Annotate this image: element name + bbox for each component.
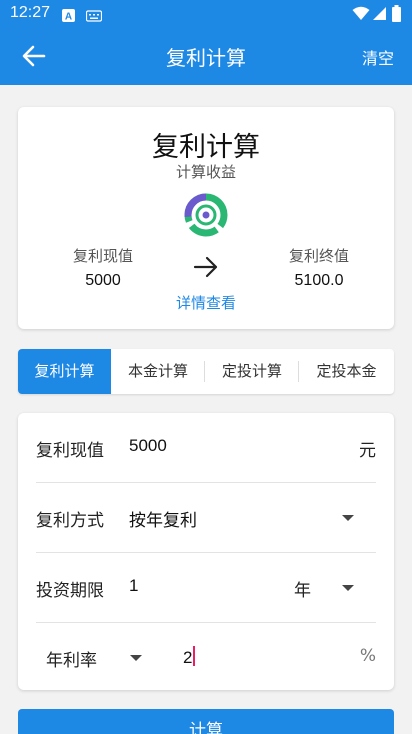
page-title: 复利计算 xyxy=(166,46,246,70)
present-value: 5000 xyxy=(85,272,121,289)
present-value-input[interactable]: 5000 xyxy=(129,436,167,456)
present-value-row: 复利现值 5000 元 xyxy=(36,413,376,483)
percent-unit: % xyxy=(359,646,376,666)
status-time: 12:27 xyxy=(10,4,51,21)
clear-button[interactable]: 清空 xyxy=(362,45,394,69)
summary-title: 复利计算 xyxy=(152,132,260,163)
future-value-label: 复利终值 xyxy=(288,247,349,265)
future-value: 5100.0 xyxy=(294,272,344,289)
chevron-down-icon[interactable] xyxy=(342,515,354,521)
period-row: 投资期限 1 年 xyxy=(36,553,376,623)
period-label: 投资期限 xyxy=(36,581,104,601)
currency-unit: 元 xyxy=(359,441,376,461)
wifi-icon xyxy=(352,6,370,25)
rate-input[interactable]: 2 xyxy=(183,646,196,668)
detail-link[interactable]: 详情查看 xyxy=(18,292,394,313)
input-form: 复利现值 5000 元 复利方式 按年复利 投资期限 1 年 年利率 2 % xyxy=(18,413,394,690)
compound-method-select[interactable]: 按年复利 xyxy=(129,506,197,531)
tab-compound[interactable]: 复利计算 xyxy=(18,349,111,394)
present-value-field-label: 复利现值 xyxy=(36,441,104,461)
future-value-block: 复利终值 5100.0 xyxy=(264,245,374,290)
calculate-button[interactable]: 计算 xyxy=(18,709,394,734)
keyboard-icon xyxy=(85,7,103,26)
summary-subtitle: 计算收益 xyxy=(175,163,236,181)
compound-method-row[interactable]: 复利方式 按年复利 xyxy=(36,483,376,553)
tab-label: 本金计算 xyxy=(127,362,188,380)
svg-text:A: A xyxy=(65,12,72,23)
app-bar: 复利计算 清空 xyxy=(0,28,412,85)
period-unit-select[interactable]: 年 xyxy=(294,576,311,601)
tab-label: 复利计算 xyxy=(34,362,95,380)
chevron-down-icon[interactable] xyxy=(130,655,142,661)
present-value-block: 复利现值 5000 xyxy=(48,245,158,290)
rate-input-value: 2 xyxy=(183,648,193,667)
text-cursor xyxy=(193,646,196,666)
tab-principal[interactable]: 本金计算 xyxy=(111,349,205,394)
present-value-label: 复利现值 xyxy=(72,247,133,265)
period-input[interactable]: 1 xyxy=(129,576,138,596)
calc-type-tabs: 复利计算 本金计算 定投计算 定投本金 xyxy=(18,349,394,394)
battery-icon xyxy=(392,5,401,26)
arrow-right-icon xyxy=(192,255,220,279)
donut-chart-icon xyxy=(183,192,229,238)
text-a-icon: A xyxy=(62,7,75,26)
rate-row: 年利率 2 % xyxy=(36,623,376,693)
tab-fixed-principal[interactable]: 定投本金 xyxy=(299,349,394,394)
rate-label-select[interactable]: 年利率 xyxy=(46,646,97,671)
summary-card: 复利计算 计算收益 复利现值 5000 复利终值 5100.0 详情查看 xyxy=(18,107,394,329)
tab-label: 定投本金 xyxy=(316,362,377,380)
compound-method-label: 复利方式 xyxy=(36,511,104,531)
chevron-down-icon[interactable] xyxy=(342,585,354,591)
tab-label: 定投计算 xyxy=(221,362,282,380)
signal-icon xyxy=(372,6,387,25)
status-bar: 12:27 A xyxy=(0,0,412,28)
tab-fixed-investment[interactable]: 定投计算 xyxy=(205,349,299,394)
